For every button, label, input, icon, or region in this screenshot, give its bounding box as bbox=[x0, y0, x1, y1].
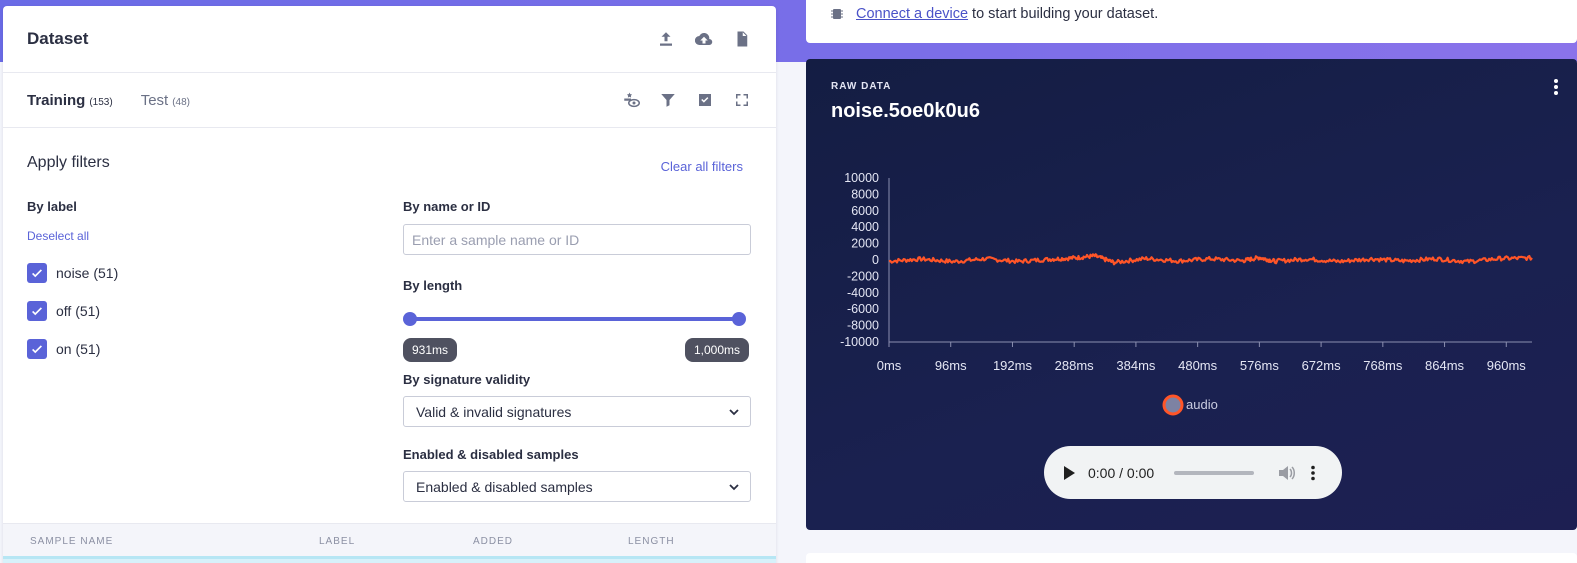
x-tick-label: 576ms bbox=[1240, 358, 1280, 373]
y-tick-label: -10000 bbox=[840, 335, 879, 349]
enabled-selected-value: Enabled & disabled samples bbox=[416, 478, 593, 495]
settings-eye-icon[interactable] bbox=[621, 90, 641, 110]
dataset-tools bbox=[621, 90, 752, 110]
filter-right-column: By name or ID By length 931ms 1,000ms By… bbox=[403, 199, 753, 502]
filters-title: Apply filters bbox=[27, 154, 110, 171]
dataset-tabs: Training (153) Test (48) bbox=[27, 92, 190, 109]
enabled-samples-select[interactable]: Enabled & disabled samples bbox=[403, 471, 751, 502]
tab-training-label: Training bbox=[27, 91, 86, 109]
signature-selected-value: Valid & invalid signatures bbox=[416, 403, 572, 420]
chip-icon bbox=[831, 9, 843, 19]
column-sample-name[interactable]: SAMPLE NAME bbox=[30, 536, 113, 547]
by-label-title: By label bbox=[27, 199, 77, 214]
tab-training-count: (153) bbox=[89, 96, 113, 108]
label-option-text: on (51) bbox=[56, 341, 101, 357]
notice-text: to start building your dataset. bbox=[972, 6, 1159, 22]
column-label[interactable]: LABEL bbox=[319, 536, 355, 547]
column-added[interactable]: ADDED bbox=[473, 536, 513, 547]
length-range-slider[interactable]: 931ms 1,000ms bbox=[403, 305, 753, 363]
samples-table-header: SAMPLE NAME LABEL ADDED LENGTH bbox=[3, 523, 776, 556]
chevron-down-icon bbox=[729, 408, 739, 415]
label-option-text: noise (51) bbox=[56, 265, 119, 281]
chevron-down-icon bbox=[729, 483, 739, 490]
play-icon[interactable] bbox=[1062, 465, 1076, 481]
upload-icon[interactable] bbox=[656, 29, 676, 49]
x-tick-label: 192ms bbox=[993, 358, 1033, 373]
x-tick-label: 864ms bbox=[1425, 358, 1465, 373]
dataset-header: Dataset bbox=[3, 6, 776, 73]
y-tick-label: 8000 bbox=[851, 187, 879, 201]
slider-min-value: 931ms bbox=[403, 338, 458, 362]
tab-test-count: (48) bbox=[172, 96, 191, 108]
checkbox-off[interactable] bbox=[27, 301, 47, 321]
by-name-title: By name or ID bbox=[403, 199, 491, 214]
x-tick-label: 384ms bbox=[1116, 358, 1156, 373]
x-tick-label: 288ms bbox=[1055, 358, 1095, 373]
expand-icon[interactable] bbox=[732, 90, 752, 110]
label-option-noise[interactable]: noise (51) bbox=[27, 263, 327, 283]
dataset-card: Dataset Training (153) Test (48) Apply f… bbox=[3, 6, 776, 563]
y-tick-label: 0 bbox=[872, 253, 879, 267]
by-length-title: By length bbox=[403, 278, 463, 293]
volume-icon[interactable] bbox=[1278, 465, 1296, 481]
notice-text-wrapper: Connect a device to start building your d… bbox=[856, 6, 1158, 22]
slider-track bbox=[409, 317, 739, 321]
download-file-icon[interactable] bbox=[732, 29, 752, 49]
next-card-edge bbox=[806, 553, 1577, 563]
y-tick-label: 10000 bbox=[844, 171, 879, 185]
y-tick-label: 4000 bbox=[851, 220, 879, 234]
deselect-all-link[interactable]: Deselect all bbox=[27, 229, 89, 243]
column-length[interactable]: LENGTH bbox=[628, 536, 675, 547]
dataset-tabs-row: Training (153) Test (48) bbox=[3, 73, 776, 128]
x-tick-label: 960ms bbox=[1487, 358, 1527, 373]
filters-panel: Apply filters Clear all filters By label… bbox=[3, 128, 776, 525]
legend-marker-audio bbox=[1162, 394, 1184, 416]
y-tick-label: 2000 bbox=[851, 237, 879, 251]
checkbox-noise[interactable] bbox=[27, 263, 47, 283]
signature-validity-select[interactable]: Valid & invalid signatures bbox=[403, 396, 751, 427]
audio-player[interactable]: 0:00 / 0:00 bbox=[1044, 446, 1342, 499]
tab-test-label: Test bbox=[140, 91, 169, 109]
y-tick-label: -2000 bbox=[847, 269, 879, 283]
slider-max-value: 1,000ms bbox=[684, 338, 749, 362]
audio-more-icon[interactable] bbox=[1310, 465, 1316, 481]
checkbox-on[interactable] bbox=[27, 339, 47, 359]
x-tick-label: 96ms bbox=[935, 358, 967, 373]
label-option-text: off (51) bbox=[56, 303, 101, 319]
dataset-title: Dataset bbox=[27, 29, 89, 48]
raw-data-chart: 10000 8000 6000 4000 2000 0 -2000 -4000 -6000 -80… bbox=[840, 171, 1533, 416]
tab-test[interactable]: Test (48) bbox=[141, 92, 190, 109]
x-tick-label: 480ms bbox=[1178, 358, 1218, 373]
audio-time: 0:00 / 0:00 bbox=[1088, 464, 1155, 481]
enabled-samples-title: Enabled & disabled samples bbox=[403, 447, 579, 462]
y-tick-label: -8000 bbox=[847, 319, 879, 333]
x-tick-label: 768ms bbox=[1363, 358, 1403, 373]
raw-data-panel: RAW DATA noise.5oe0k0u6 10000 8000 6000 400… bbox=[806, 59, 1577, 530]
tab-training[interactable]: Training (153) bbox=[27, 92, 113, 109]
label-option-off[interactable]: off (51) bbox=[27, 301, 327, 321]
select-checkbox-icon[interactable] bbox=[695, 90, 715, 110]
table-row[interactable] bbox=[3, 556, 776, 563]
label-option-on[interactable]: on (51) bbox=[27, 339, 327, 359]
y-tick-label: 6000 bbox=[851, 204, 879, 218]
clear-all-filters-link[interactable]: Clear all filters bbox=[661, 159, 743, 174]
sample-name-search-input[interactable] bbox=[403, 224, 751, 255]
connect-device-link[interactable]: Connect a device bbox=[856, 6, 968, 22]
connect-device-notice: Connect a device to start building your d… bbox=[806, 0, 1577, 43]
x-tick-label: 0ms bbox=[877, 358, 902, 373]
y-tick-label: -6000 bbox=[847, 302, 879, 316]
legend-label-audio: audio bbox=[1186, 397, 1218, 412]
x-tick-label: 672ms bbox=[1302, 358, 1342, 373]
by-signature-title: By signature validity bbox=[403, 372, 531, 387]
slider-max-handle[interactable] bbox=[732, 312, 746, 326]
audio-progress-bar[interactable] bbox=[1174, 470, 1255, 475]
slider-min-handle[interactable] bbox=[403, 312, 417, 326]
dataset-header-actions bbox=[656, 29, 752, 49]
series-line-audio bbox=[888, 253, 1533, 266]
filter-icon[interactable] bbox=[658, 90, 678, 110]
filter-by-label: By label Deselect all noise (51) off (51… bbox=[27, 199, 327, 359]
y-tick-label: -4000 bbox=[847, 286, 879, 300]
cloud-upload-icon[interactable] bbox=[694, 29, 714, 49]
